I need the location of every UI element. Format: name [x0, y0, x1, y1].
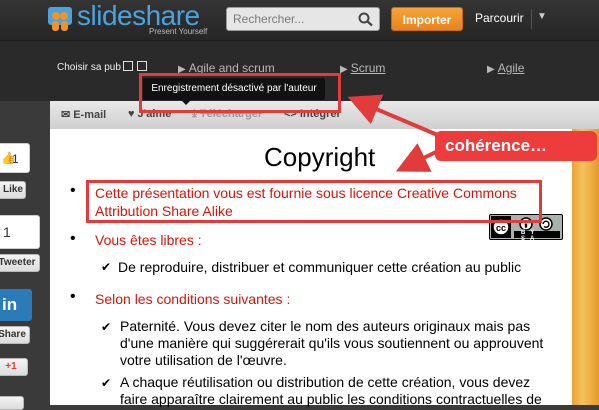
- top-bar: slideshare Present Yourself Importer Par…: [0, 0, 599, 41]
- ad-choice-label[interactable]: Choisir sa pub: [57, 62, 121, 73]
- logo-tagline: Present Yourself: [149, 27, 208, 36]
- play-arrow-icon: ▶: [487, 64, 495, 75]
- annotation-callout: cohérence…: [435, 131, 597, 161]
- linkedin-share-button[interactable]: Share: [0, 326, 30, 344]
- conditions-heading: Selon les conditions suivantes :: [95, 291, 291, 307]
- import-button[interactable]: Importer: [391, 7, 463, 31]
- browse-button[interactable]: Parcourir: [475, 11, 524, 25]
- related-link-scrum[interactable]: ▶ Scrum: [340, 61, 385, 75]
- related-link-label: Agile: [497, 61, 525, 75]
- paternity-line-2: d'une manière qui suggérerait qu'ils vou…: [120, 335, 544, 351]
- logo-mark-icon: [48, 7, 72, 31]
- external-link-icon[interactable]: [137, 61, 147, 71]
- svg-text:cc: cc: [496, 223, 506, 233]
- free-item: De reproduire, distribuer et communiquer…: [118, 259, 522, 275]
- divider: [531, 9, 532, 29]
- annotation-box-license: [86, 180, 542, 223]
- bullet-dot: •: [70, 230, 76, 247]
- ad-choice-icon[interactable]: [123, 61, 133, 71]
- chevron-down-icon[interactable]: ▼: [537, 11, 547, 22]
- search-input[interactable]: [227, 8, 351, 30]
- slide-title: Copyright: [264, 142, 376, 172]
- email-button[interactable]: ✉ E-mail: [61, 108, 106, 121]
- facebook-like-button[interactable]: Like: [0, 181, 26, 199]
- bullet-dot: •: [70, 182, 76, 199]
- linkedin-logo: in: [0, 289, 32, 321]
- paternity-line-3: votre utilisation de l'œuvre.: [120, 352, 287, 368]
- related-link-label: Scrum: [350, 61, 386, 75]
- slide-decoration-band: [572, 129, 599, 405]
- play-arrow-icon: ▶: [340, 64, 348, 75]
- tweet-count: 1: [0, 215, 40, 249]
- cc-badge-label: BY SA: [521, 230, 540, 242]
- gplus-button[interactable]: +1: [0, 358, 28, 376]
- email-label: E-mail: [73, 109, 107, 121]
- check-icon: ✔: [101, 320, 112, 334]
- check-icon: ✔: [101, 260, 112, 274]
- check-icon: ✔: [101, 376, 112, 390]
- bullet-dot: •: [70, 288, 76, 305]
- free-heading: Vous êtes libres :: [95, 232, 202, 248]
- reuse-line-1: A chaque réutilisation ou distribution d…: [120, 374, 531, 390]
- annotation-box-tooltip: [139, 73, 341, 113]
- envelope-icon: ✉: [61, 109, 71, 121]
- more-share-button[interactable]: [0, 396, 24, 410]
- tweet-button[interactable]: Tweeter: [0, 254, 40, 272]
- related-link-agile[interactable]: ▶ Agile: [487, 61, 524, 75]
- tweet-count-value: 1: [3, 224, 11, 240]
- facebook-like-count: 👍 1: [0, 143, 30, 173]
- heart-icon: ♥: [128, 108, 135, 120]
- search-icon[interactable]: [357, 11, 375, 27]
- facebook-count-value: 1: [12, 152, 19, 166]
- search-box: [226, 7, 380, 31]
- paternity-line-1: Paternité. Vous devez citer le nom des a…: [120, 318, 531, 334]
